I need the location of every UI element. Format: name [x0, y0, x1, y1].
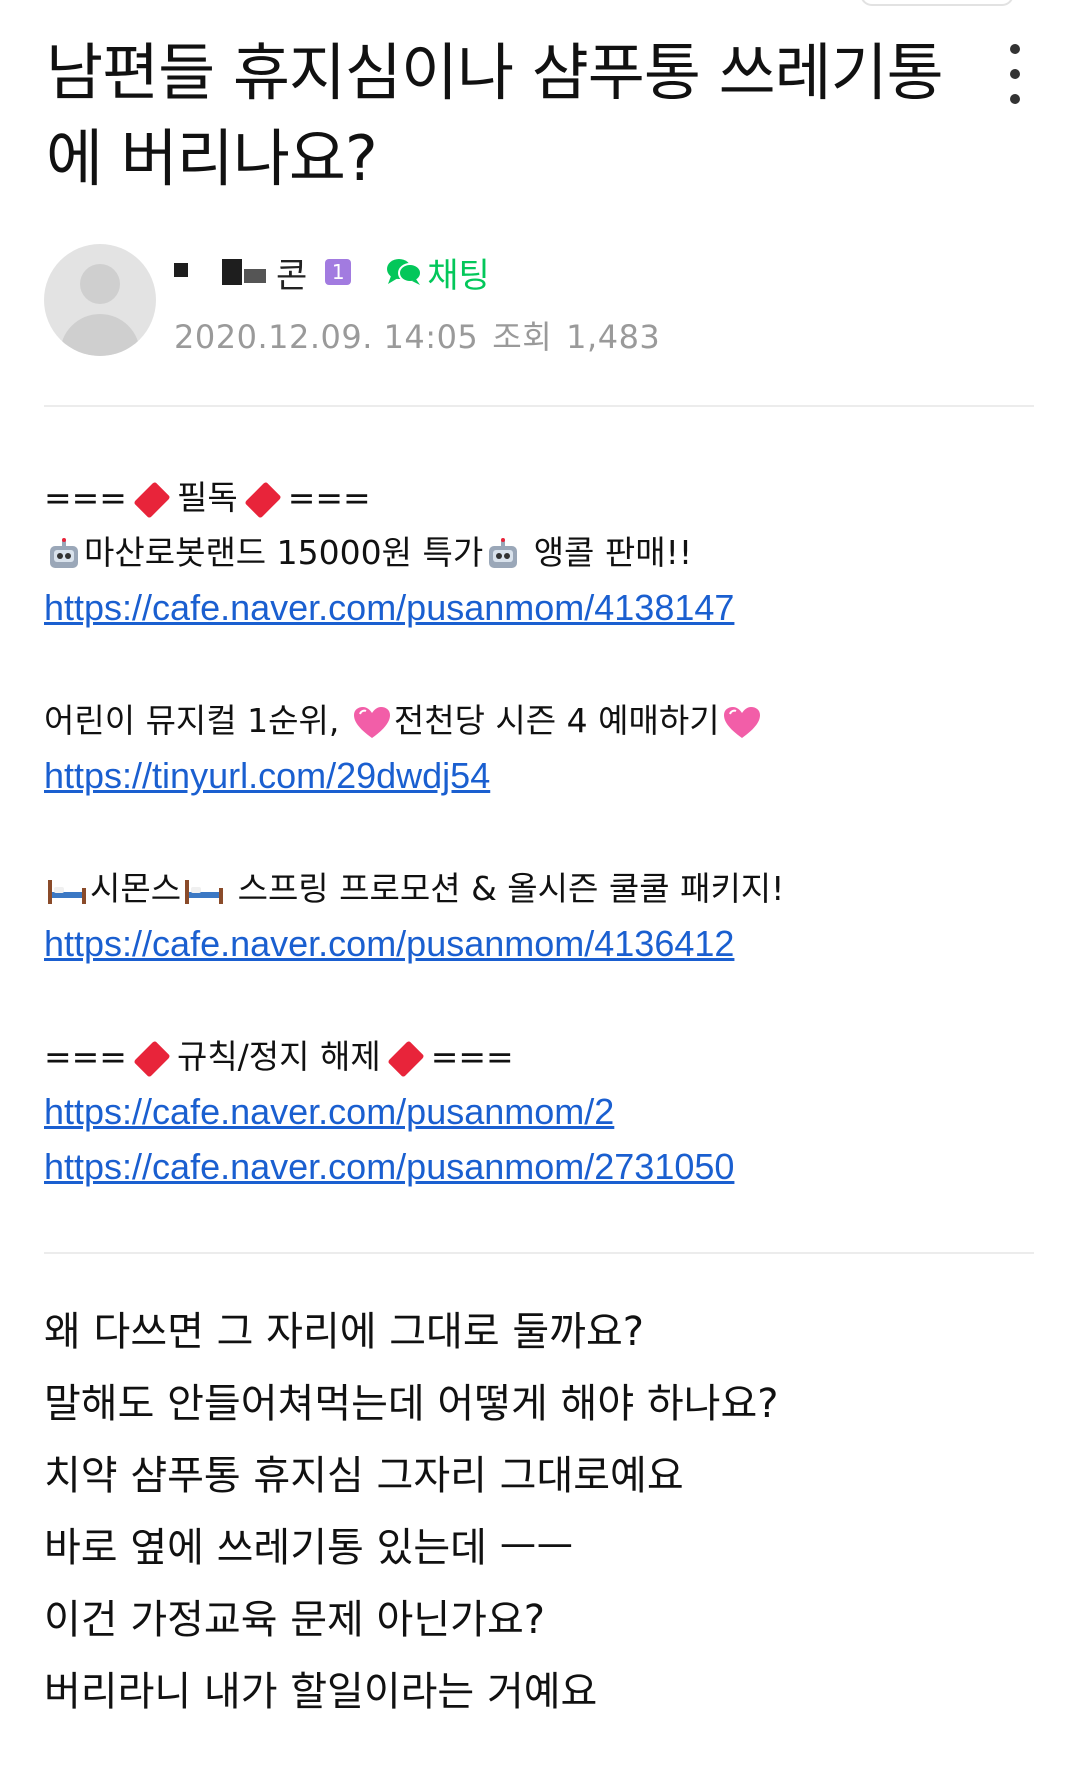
body-line: 바로 옆에 쓰레기통 있는데 ㅡㅡ — [44, 1525, 574, 1571]
post-title: 남편들 휴지심이나 샴푸통 쓰레기통에 버리나요? — [46, 36, 944, 195]
body-line: 왜 다쓰면 그 자리에 그대로 둘까요? — [44, 1309, 645, 1355]
chat-button[interactable]: 채팅 — [385, 248, 490, 297]
author-row: 콘 1 채팅 — [174, 248, 490, 297]
notice-decoration: === — [430, 1037, 514, 1076]
red-diamond-emoji — [387, 1039, 425, 1078]
notice-musical-line: 어린이 뮤지컬 1순위, 전천당 시즌 4 예매하기 — [44, 693, 1034, 748]
post-body: 왜 다쓰면 그 자리에 그대로 둘까요? 말해도 안들어쳐먹는데 어떻게 해야 … — [44, 1296, 1034, 1728]
notice-header-text: 규칙/정지 해제 — [176, 1037, 381, 1076]
notice-decoration: === — [287, 478, 371, 517]
more-options-icon[interactable] — [1000, 44, 1030, 104]
divider — [44, 1252, 1034, 1254]
pink-heart-emoji — [353, 706, 390, 738]
notice-robot-line: 마산로봇랜드 15000원 특가 앵콜 판매!! — [44, 525, 1034, 580]
notice-text: 어린이 뮤지컬 1순위, — [44, 701, 350, 740]
divider — [44, 405, 1034, 407]
robot-emoji — [50, 537, 78, 568]
chat-bubble-icon — [387, 259, 423, 285]
notice-block: === 필독 === 마산로봇랜드 15000원 특가 앵콜 판매!! https:… — [44, 470, 1034, 1194]
level-badge: 1 — [325, 259, 352, 285]
notice-text: 시몬스 — [90, 869, 182, 908]
notice-text: 앵콜 판매!! — [523, 533, 693, 572]
redacted-nickname-part — [244, 269, 266, 283]
notice-link[interactable]: https://cafe.naver.com/pusanmom/2 — [44, 1091, 614, 1132]
chat-label: 채팅 — [427, 255, 490, 296]
notice-decoration: === — [44, 1037, 127, 1076]
notice-decoration: === — [44, 478, 127, 517]
red-diamond-emoji — [133, 1039, 171, 1078]
body-line: 이건 가정교육 문제 아닌가요? — [44, 1597, 545, 1643]
red-diamond-emoji — [133, 480, 171, 519]
avatar[interactable] — [44, 244, 156, 356]
author-nickname[interactable]: 콘 — [276, 248, 307, 297]
post-meta: 2020.12.09. 14:05 조회 1,483 — [174, 312, 674, 358]
bed-emoji — [185, 879, 224, 904]
top-edge-hint — [860, 0, 1014, 6]
post-date: 2020.12.09. 14:05 — [174, 318, 479, 356]
notice-link[interactable]: https://cafe.naver.com/pusanmom/4138147 — [44, 587, 734, 628]
pink-heart-emoji — [723, 706, 760, 738]
redacted-nickname-part — [174, 263, 188, 277]
red-diamond-emoji — [244, 480, 282, 519]
notice-link[interactable]: https://cafe.naver.com/pusanmom/2731050 — [44, 1146, 734, 1187]
bed-emoji — [48, 879, 86, 904]
notice-text: 스프링 프로모션 & 올시즌 쿨쿨 패키지! — [227, 869, 785, 908]
views-label: 조회 — [492, 318, 553, 356]
redacted-nickname-part — [222, 259, 242, 285]
notice-text: 마산로봇랜드 15000원 특가 — [84, 533, 484, 572]
notice-header-text: 필독 — [176, 478, 238, 517]
notice-link[interactable]: https://cafe.naver.com/pusanmom/4136412 — [44, 923, 734, 964]
body-line: 치약 샴푸통 휴지심 그자리 그대로예요 — [44, 1453, 684, 1499]
notice-simmons-line: 시몬스 스프링 프로모션 & 올시즌 쿨쿨 패키지! — [44, 861, 1034, 916]
body-line: 말해도 안들어쳐먹는데 어떻게 해야 하나요? — [44, 1381, 779, 1427]
views-count: 1,483 — [566, 318, 661, 356]
notice-header: === 필독 === — [44, 470, 1034, 525]
notice-rules-header: === 규칙/정지 해제 === — [44, 1029, 1034, 1084]
notice-text: 전천당 시즌 4 예매하기 — [393, 701, 720, 740]
notice-link[interactable]: https://tinyurl.com/29dwdj54 — [44, 755, 490, 796]
robot-emoji — [489, 537, 518, 568]
body-line: 버리라니 내가 할일이라는 거예요 — [44, 1669, 598, 1715]
